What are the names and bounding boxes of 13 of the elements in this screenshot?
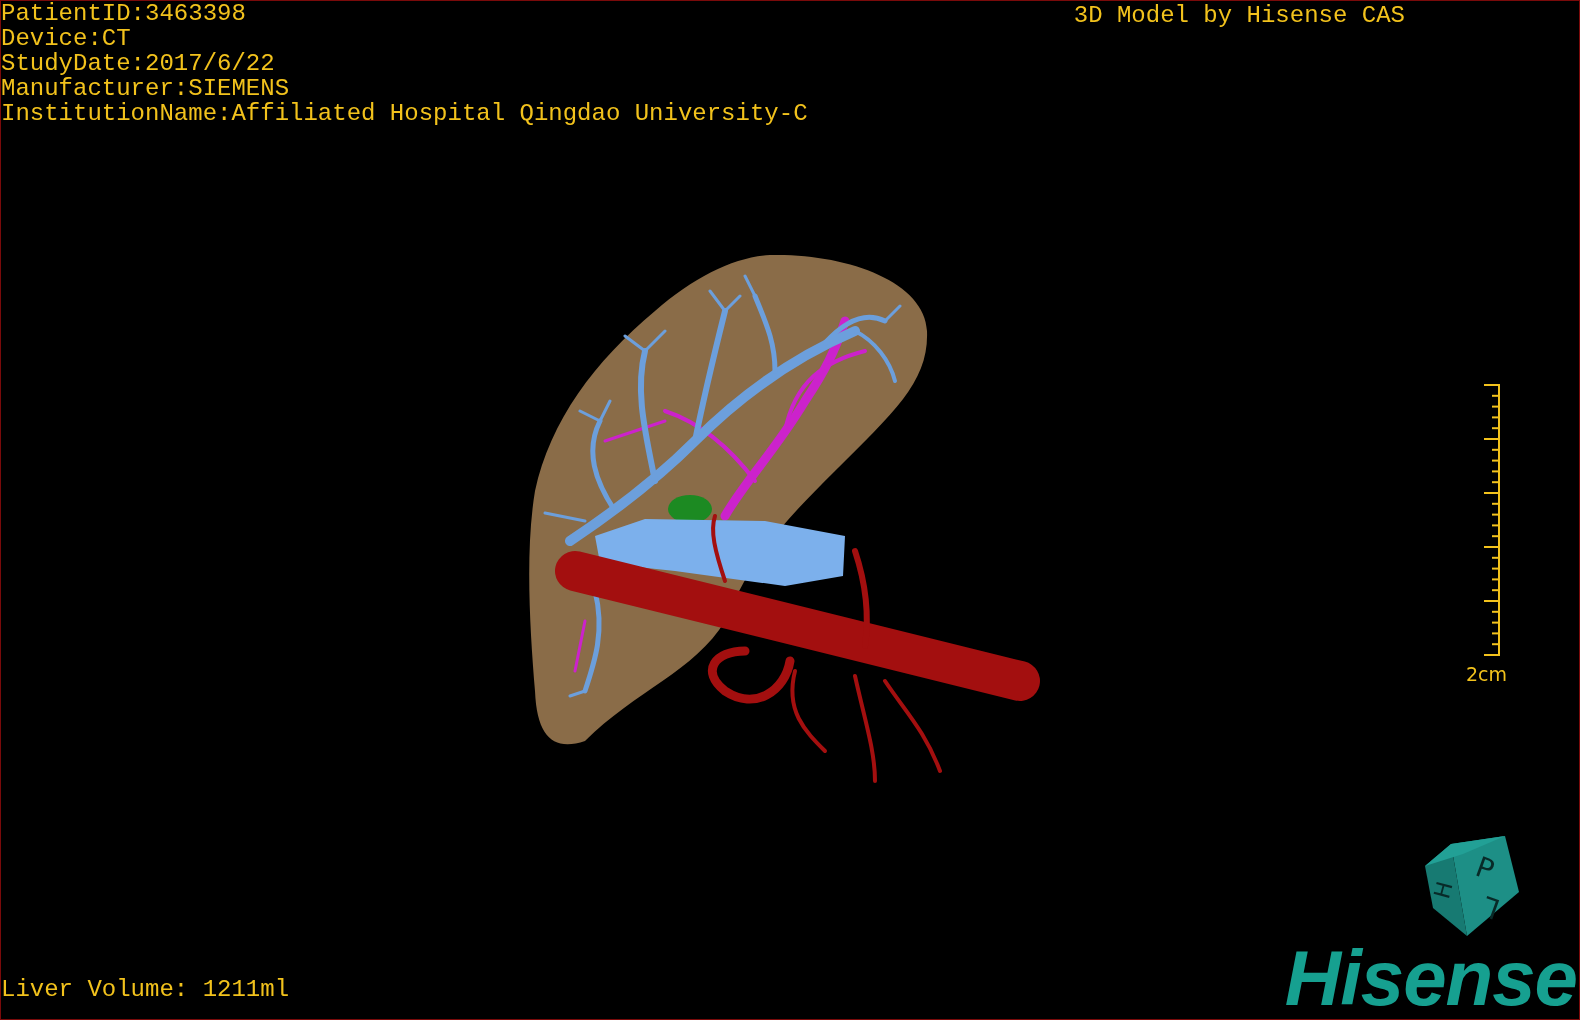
cube-face-label: H	[1429, 878, 1458, 902]
study-info-text: StudyDate:2017/6/22	[1, 51, 276, 76]
cube-face-label: P	[1471, 850, 1499, 887]
study-info-text: Manufacturer:SIEMENS	[1, 76, 291, 101]
viewer-title: 3D Model by Hisense CAS	[1073, 1, 1405, 31]
study-info-text: Device:CT	[1, 26, 132, 51]
scale-label: 2cm	[1465, 663, 1507, 685]
study-info-text: InstitutionName:Affiliated Hospital Qingdao University-C	[1, 101, 808, 126]
brand-logo: Hisense	[1284, 941, 1577, 1015]
orientation-cube[interactable]	[1425, 836, 1519, 936]
cube-face-label: L	[1478, 889, 1505, 926]
study-info-text: PatientID:3463398	[1, 1, 247, 26]
liver-volume-text: Liver Volume: 1211ml	[1, 977, 290, 1003]
